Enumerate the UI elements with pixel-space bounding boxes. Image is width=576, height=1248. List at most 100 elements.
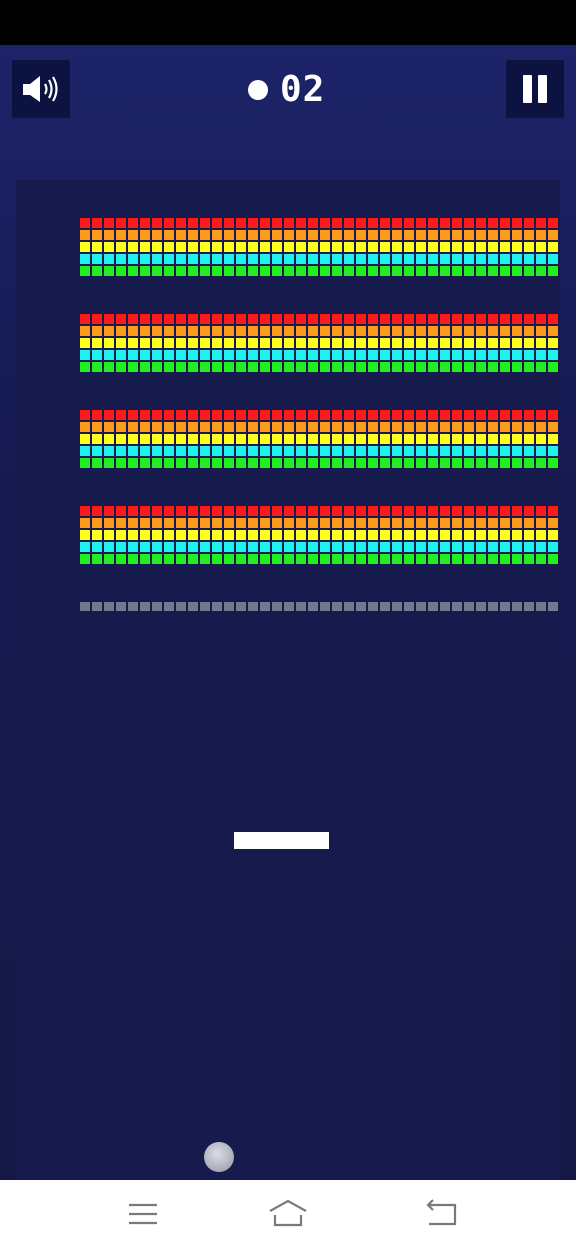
brick <box>320 530 330 540</box>
brick <box>80 530 90 540</box>
brick <box>212 266 222 276</box>
brick <box>164 410 174 420</box>
brick <box>248 518 258 528</box>
brick <box>188 542 198 552</box>
steel-brick <box>80 602 90 611</box>
steel-brick <box>416 602 426 611</box>
brick <box>140 362 150 372</box>
brick <box>548 518 558 528</box>
brick <box>404 218 414 228</box>
brick <box>212 518 222 528</box>
brick <box>212 542 222 552</box>
brick <box>176 362 186 372</box>
brick <box>284 218 294 228</box>
brick <box>524 554 534 564</box>
paddle[interactable] <box>234 832 329 849</box>
brick <box>188 326 198 336</box>
brick <box>464 446 474 456</box>
brick <box>200 350 210 360</box>
brick <box>200 362 210 372</box>
brick <box>260 410 270 420</box>
brick <box>128 506 138 516</box>
brick <box>164 506 174 516</box>
brick <box>176 314 186 324</box>
brick <box>452 410 462 420</box>
steel-brick <box>140 602 150 611</box>
brick-wall <box>80 218 558 611</box>
steel-brick <box>116 602 126 611</box>
brick <box>464 506 474 516</box>
back-icon[interactable] <box>419 1196 463 1232</box>
brick <box>128 446 138 456</box>
brick <box>296 530 306 540</box>
brick <box>524 434 534 444</box>
brick <box>92 362 102 372</box>
brick <box>128 518 138 528</box>
brick <box>488 218 498 228</box>
brick <box>428 254 438 264</box>
brick <box>440 446 450 456</box>
brick <box>308 506 318 516</box>
brick <box>116 314 126 324</box>
brick <box>368 458 378 468</box>
brick <box>488 530 498 540</box>
brick <box>80 326 90 336</box>
brick <box>200 254 210 264</box>
brick <box>524 338 534 348</box>
brick <box>452 458 462 468</box>
brick <box>524 314 534 324</box>
brick <box>356 326 366 336</box>
brick <box>248 350 258 360</box>
brick <box>188 530 198 540</box>
steel-brick <box>92 602 102 611</box>
brick <box>80 434 90 444</box>
brick <box>284 530 294 540</box>
brick <box>476 314 486 324</box>
brick <box>116 254 126 264</box>
brick <box>188 506 198 516</box>
brick <box>104 434 114 444</box>
brick <box>80 242 90 252</box>
brick <box>248 266 258 276</box>
brick <box>392 506 402 516</box>
brick <box>332 410 342 420</box>
brick <box>212 446 222 456</box>
brick <box>296 518 306 528</box>
brick <box>80 254 90 264</box>
brick <box>368 554 378 564</box>
brick <box>404 458 414 468</box>
brick <box>248 506 258 516</box>
brick <box>344 266 354 276</box>
brick <box>536 554 546 564</box>
brick <box>524 218 534 228</box>
brick <box>92 530 102 540</box>
home-icon[interactable] <box>266 1196 310 1232</box>
brick <box>296 422 306 432</box>
brick <box>512 242 522 252</box>
brick <box>356 422 366 432</box>
brick <box>212 422 222 432</box>
brick <box>104 458 114 468</box>
brick <box>224 410 234 420</box>
brick <box>152 530 162 540</box>
brick <box>152 326 162 336</box>
brick <box>488 314 498 324</box>
steel-brick <box>464 602 474 611</box>
brick <box>188 434 198 444</box>
brick <box>476 554 486 564</box>
brick <box>140 542 150 552</box>
brick <box>92 554 102 564</box>
menu-lines-icon[interactable] <box>121 1196 165 1232</box>
brick <box>272 530 282 540</box>
brick <box>452 314 462 324</box>
brick <box>440 506 450 516</box>
brick <box>272 218 282 228</box>
brick <box>308 350 318 360</box>
steel-brick <box>272 602 282 611</box>
brick <box>236 338 246 348</box>
brick <box>548 458 558 468</box>
brick <box>512 218 522 228</box>
brick <box>344 338 354 348</box>
brick <box>536 338 546 348</box>
brick <box>428 362 438 372</box>
